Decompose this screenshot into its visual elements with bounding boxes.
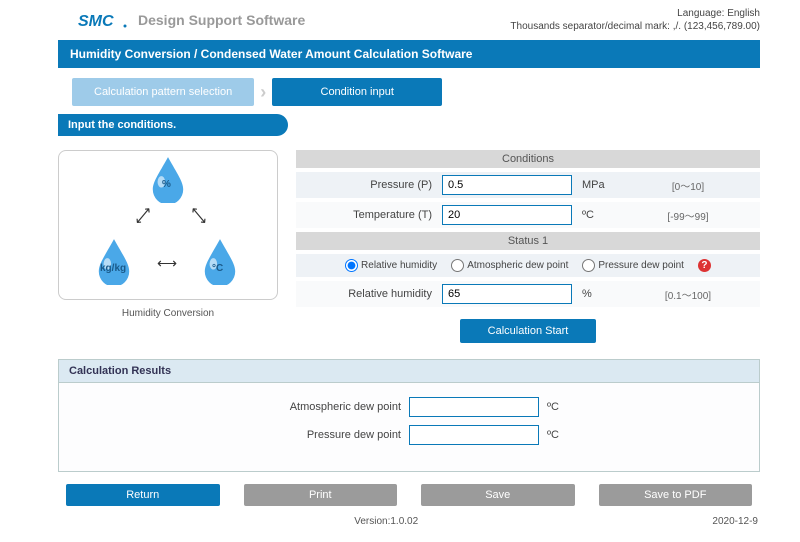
pressure-input[interactable] — [442, 175, 572, 195]
humidity-diagram: % kg/kg °C ⟷ ⟷ ⟷ — [58, 150, 278, 300]
conditions-header: Conditions — [296, 150, 760, 168]
result-press-label: Pressure dew point — [231, 429, 401, 441]
svg-text:SMC: SMC — [78, 13, 114, 30]
result-press-input[interactable] — [409, 425, 539, 445]
arrow-icon: ⟷ — [186, 202, 212, 228]
step-pattern-selection[interactable]: Calculation pattern selection — [72, 78, 254, 106]
pressure-label: Pressure (P) — [302, 179, 442, 191]
version-label: Version:1.0.02 — [354, 516, 418, 527]
step-condition-input[interactable]: Condition input — [272, 78, 442, 106]
logo: SMC Design Support Software — [58, 8, 305, 32]
diagram-caption: Humidity Conversion — [58, 308, 278, 319]
result-atm-unit: ºC — [547, 401, 587, 413]
pressure-unit: MPa — [572, 179, 622, 191]
section-header: Input the conditions. — [58, 114, 288, 136]
chevron-right-icon: › — [260, 82, 266, 103]
temperature-range: [-99～99] — [622, 208, 754, 223]
calculation-start-button[interactable]: Calculation Start — [460, 319, 597, 343]
radio-pressure-dew[interactable]: Pressure dew point — [582, 259, 684, 272]
result-press-unit: ºC — [547, 429, 587, 441]
language-label: Language: English — [510, 8, 760, 19]
drop-celsius-label: °C — [212, 263, 223, 274]
save-button[interactable]: Save — [421, 484, 575, 506]
help-icon[interactable]: ? — [698, 259, 711, 272]
temperature-label: Temperature (T) — [302, 209, 442, 221]
results-header: Calculation Results — [59, 360, 759, 383]
app-name: Design Support Software — [138, 12, 305, 28]
print-button[interactable]: Print — [244, 484, 398, 506]
radio-atmospheric-dew[interactable]: Atmospheric dew point — [451, 259, 568, 272]
rel-humidity-label: Relative humidity — [302, 288, 442, 300]
temperature-unit: ºC — [572, 209, 622, 221]
drop-kgkg-label: kg/kg — [100, 263, 126, 274]
arrow-icon: ⟷ — [157, 255, 177, 272]
result-atm-label: Atmospheric dew point — [231, 401, 401, 413]
temperature-input[interactable] — [442, 205, 572, 225]
rel-humidity-range: [0.1～100] — [622, 287, 754, 302]
date-label: 2020-12-9 — [712, 516, 758, 527]
page-title: Humidity Conversion / Condensed Water Am… — [58, 40, 760, 68]
result-atm-input[interactable] — [409, 397, 539, 417]
pressure-range: [0～10] — [622, 178, 754, 193]
radio-relative-humidity[interactable]: Relative humidity — [345, 259, 437, 272]
return-button[interactable]: Return — [66, 484, 220, 506]
status1-header: Status 1 — [296, 232, 760, 250]
save-pdf-button[interactable]: Save to PDF — [599, 484, 753, 506]
arrow-icon: ⟷ — [130, 202, 156, 228]
format-note: Thousands separator/decimal mark: ,/. (1… — [510, 21, 760, 32]
rel-humidity-input[interactable] — [442, 284, 572, 304]
drop-percent-label: % — [162, 179, 171, 190]
rel-humidity-unit: % — [572, 288, 622, 300]
